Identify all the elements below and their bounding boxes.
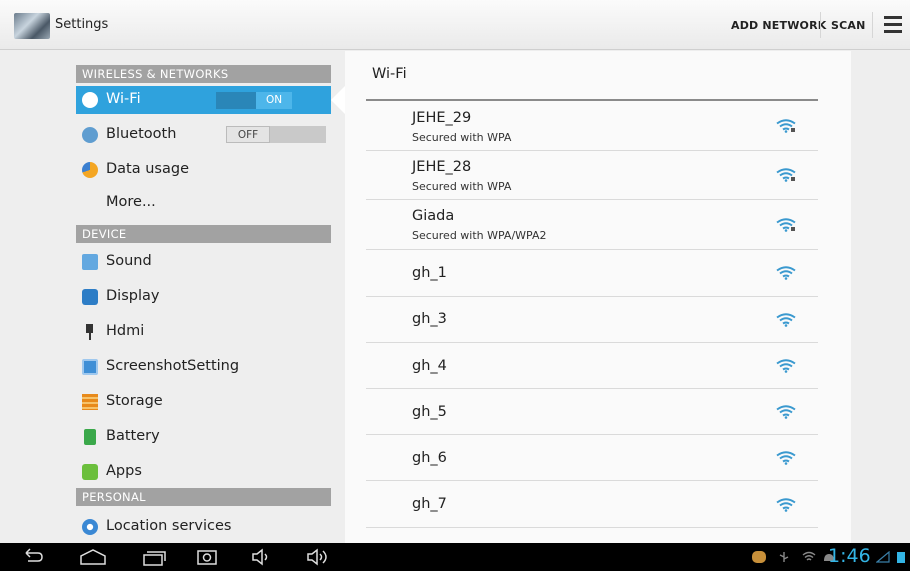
divider bbox=[872, 12, 873, 38]
wifi-settings-panel: Wi-Fi JEHE_29 Secured with WPA JEHE_28 S… bbox=[345, 51, 851, 543]
display-icon bbox=[82, 289, 98, 305]
divider bbox=[366, 99, 818, 101]
sidebar-item-storage[interactable]: Storage bbox=[76, 385, 336, 419]
settings-header-list: WIRELESS & NETWORKS Wi-Fi ON Bluetooth O… bbox=[0, 51, 345, 543]
network-ssid: gh_5 bbox=[412, 404, 447, 420]
sidebar-item-label: Storage bbox=[106, 393, 163, 409]
apps-icon bbox=[82, 464, 98, 480]
category-personal: PERSONAL bbox=[76, 488, 331, 506]
sidebar-item-label: Bluetooth bbox=[106, 126, 177, 142]
wifi-signal-icon bbox=[776, 498, 796, 512]
network-ssid: JEHE_28 bbox=[412, 159, 472, 175]
network-row-jehe-29[interactable]: JEHE_29 Secured with WPA bbox=[366, 102, 818, 151]
wifi-signal-locked-icon bbox=[776, 119, 796, 133]
sidebar-item-display[interactable]: Display bbox=[76, 280, 336, 314]
screenshot-button-icon[interactable] bbox=[195, 547, 219, 567]
notification-app-icon[interactable] bbox=[752, 551, 766, 563]
sidebar-item-label: ScreenshotSetting bbox=[106, 358, 240, 374]
network-security: Secured with WPA bbox=[412, 180, 512, 193]
divider bbox=[820, 12, 821, 38]
sidebar-item-label: Display bbox=[106, 288, 160, 304]
sidebar-item-screenshot-setting[interactable]: ScreenshotSetting bbox=[76, 350, 336, 384]
category-device: DEVICE bbox=[76, 225, 331, 243]
sidebar-item-bluetooth[interactable]: Bluetooth OFF bbox=[76, 118, 336, 152]
sidebar-item-apps[interactable]: Apps bbox=[76, 455, 336, 489]
wifi-signal-locked-icon bbox=[776, 168, 796, 182]
network-row-gh-4[interactable]: gh_4 bbox=[366, 343, 818, 389]
storage-icon bbox=[82, 394, 98, 410]
network-ssid: Giada bbox=[412, 208, 455, 224]
clock: 1:46 bbox=[828, 545, 871, 567]
wifi-signal-icon bbox=[776, 266, 796, 280]
toggle-state: OFF bbox=[226, 126, 270, 143]
network-row-giada[interactable]: Giada Secured with WPA/WPA2 bbox=[366, 200, 818, 250]
wifi-signal-icon bbox=[776, 313, 796, 327]
sidebar-item-location-services[interactable]: Location services bbox=[76, 510, 336, 544]
overflow-menu-icon[interactable] bbox=[884, 16, 902, 34]
recent-apps-icon[interactable] bbox=[140, 547, 168, 567]
usb-icon bbox=[779, 552, 789, 562]
settings-app-icon[interactable] bbox=[14, 13, 50, 39]
scan-button[interactable]: SCAN bbox=[831, 19, 866, 32]
location-icon bbox=[82, 519, 98, 535]
network-ssid: JEHE_29 bbox=[412, 110, 472, 126]
bluetooth-icon bbox=[82, 127, 98, 143]
action-bar: Settings ADD NETWORK SCAN bbox=[0, 0, 910, 50]
wifi-toggle[interactable]: ON bbox=[216, 92, 292, 109]
toggle-state: ON bbox=[256, 92, 292, 109]
network-ssid: gh_4 bbox=[412, 358, 447, 374]
wifi-signal-icon bbox=[776, 451, 796, 465]
data-usage-icon bbox=[82, 162, 98, 178]
network-security: Secured with WPA/WPA2 bbox=[412, 229, 547, 242]
sidebar-item-label: More... bbox=[106, 194, 156, 210]
wifi-icon bbox=[82, 92, 98, 108]
sidebar-item-wifi[interactable]: Wi-Fi ON bbox=[76, 86, 331, 114]
network-ssid: gh_7 bbox=[412, 496, 447, 512]
sidebar-item-hdmi[interactable]: Hdmi bbox=[76, 315, 336, 349]
home-icon[interactable] bbox=[78, 547, 108, 567]
network-ssid: gh_1 bbox=[412, 265, 447, 281]
add-network-button[interactable]: ADD NETWORK bbox=[731, 19, 827, 32]
system-bar: 1:46 bbox=[0, 543, 910, 571]
network-row-gh-7[interactable]: gh_7 bbox=[366, 481, 818, 528]
network-row-gh-6[interactable]: gh_6 bbox=[366, 435, 818, 481]
category-wireless-networks: WIRELESS & NETWORKS bbox=[76, 65, 331, 83]
sidebar-item-label: Wi-Fi bbox=[106, 91, 141, 107]
sidebar-item-battery[interactable]: Battery bbox=[76, 420, 336, 454]
signal-icon bbox=[876, 551, 890, 563]
hdmi-icon bbox=[82, 324, 98, 340]
sidebar-item-more[interactable]: More... bbox=[76, 188, 336, 218]
sidebar-item-sound[interactable]: Sound bbox=[76, 245, 336, 279]
wifi-signal-icon bbox=[776, 405, 796, 419]
network-ssid: gh_6 bbox=[412, 450, 447, 466]
bluetooth-toggle[interactable]: OFF bbox=[226, 126, 326, 143]
network-row-gh-3[interactable]: gh_3 bbox=[366, 297, 818, 343]
sidebar-item-data-usage[interactable]: Data usage bbox=[76, 153, 336, 187]
sidebar-item-label: Battery bbox=[106, 428, 160, 444]
sidebar-item-label: Hdmi bbox=[106, 323, 145, 339]
sidebar-item-label: Apps bbox=[106, 463, 142, 479]
sidebar-item-label: Data usage bbox=[106, 161, 189, 177]
wifi-status-icon bbox=[802, 551, 816, 561]
network-row-jehe-28[interactable]: JEHE_28 Secured with WPA bbox=[366, 151, 818, 200]
volume-down-icon[interactable] bbox=[250, 547, 274, 567]
network-security: Secured with WPA bbox=[412, 131, 512, 144]
network-ssid: gh_3 bbox=[412, 311, 447, 327]
battery-status-icon bbox=[897, 552, 905, 563]
sidebar-item-label: Location services bbox=[106, 518, 232, 534]
network-row-gh-1[interactable]: gh_1 bbox=[366, 250, 818, 297]
panel-title: Wi-Fi bbox=[372, 66, 407, 82]
app-title: Settings bbox=[55, 17, 109, 32]
back-icon[interactable] bbox=[18, 547, 44, 567]
wifi-signal-locked-icon bbox=[776, 218, 796, 232]
selection-pointer bbox=[331, 86, 345, 114]
battery-icon bbox=[84, 429, 96, 445]
wifi-signal-icon bbox=[776, 359, 796, 373]
screenshot-icon bbox=[82, 359, 98, 375]
sidebar-item-label: Sound bbox=[106, 253, 152, 269]
network-row-gh-5[interactable]: gh_5 bbox=[366, 389, 818, 435]
volume-up-icon[interactable] bbox=[305, 547, 333, 567]
sound-icon bbox=[82, 254, 98, 270]
